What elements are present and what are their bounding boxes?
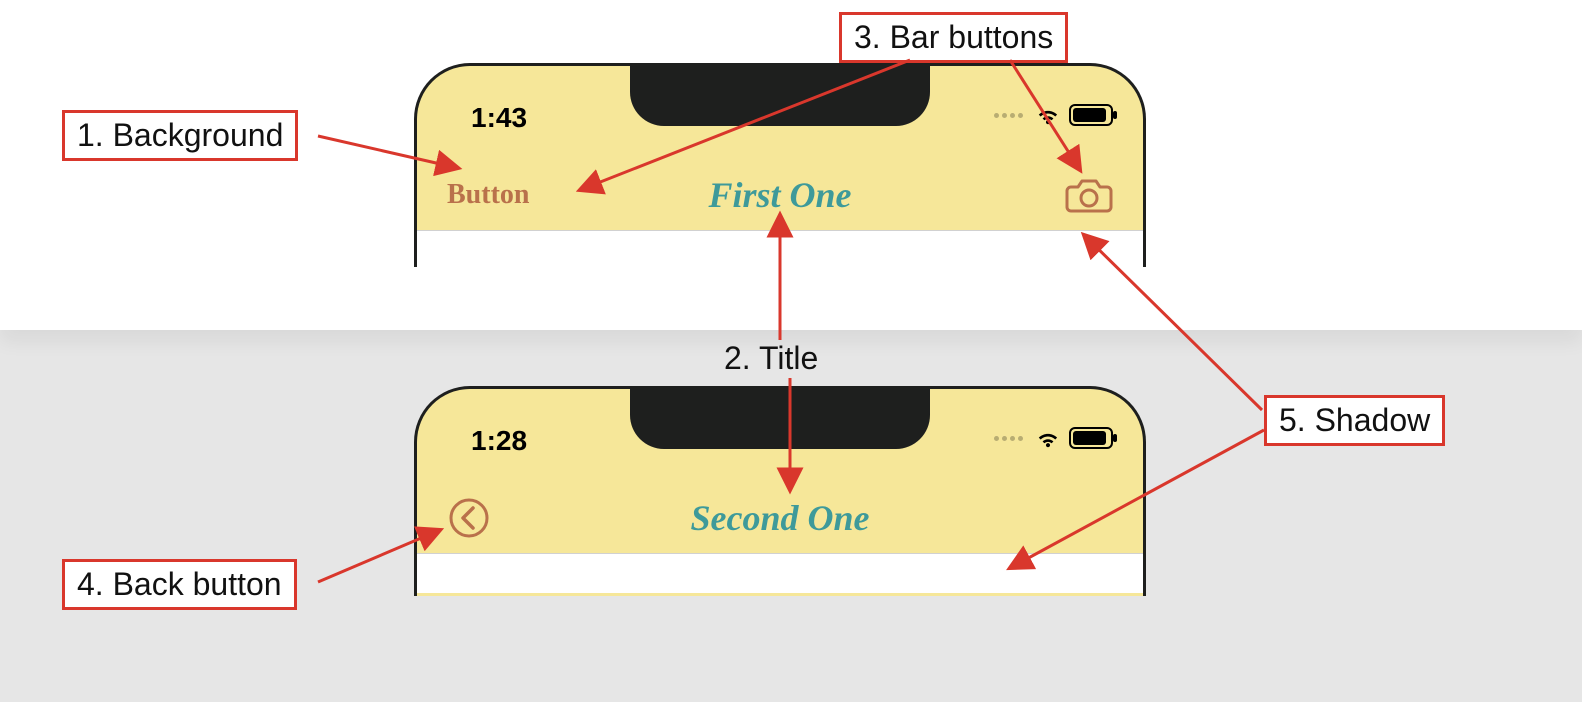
wifi-icon	[1035, 427, 1061, 449]
annotation-background: 1. Background	[62, 110, 298, 161]
left-bar-button[interactable]: Button	[447, 179, 529, 211]
wifi-icon	[1035, 104, 1061, 126]
battery-icon	[1069, 427, 1113, 449]
content-area	[417, 230, 1143, 267]
annotation-title: 2. Title	[724, 340, 818, 377]
status-bar: 1:43	[417, 66, 1143, 136]
cellular-dots-icon	[994, 113, 1023, 118]
phone-mockup-first: 1:43 Button First One	[414, 63, 1146, 267]
phone-mockup-second: 1:28 Second One	[414, 386, 1146, 596]
back-button[interactable]	[447, 496, 491, 540]
status-bar-time: 1:28	[471, 425, 527, 457]
annotation-bar-buttons: 3. Bar buttons	[839, 12, 1068, 63]
annotation-shadow: 5. Shadow	[1264, 395, 1445, 446]
navigation-title: Second One	[567, 497, 993, 539]
cellular-dots-icon	[994, 436, 1023, 441]
content-area	[417, 553, 1143, 593]
battery-icon	[1069, 104, 1113, 126]
status-bar-time: 1:43	[471, 102, 527, 134]
status-bar: 1:28	[417, 389, 1143, 459]
navigation-bar: Second One	[417, 487, 1143, 549]
camera-icon[interactable]	[1065, 175, 1113, 215]
navigation-bar: Button First One	[417, 164, 1143, 226]
navigation-title: First One	[567, 174, 993, 216]
annotation-back-button: 4. Back button	[62, 559, 297, 610]
